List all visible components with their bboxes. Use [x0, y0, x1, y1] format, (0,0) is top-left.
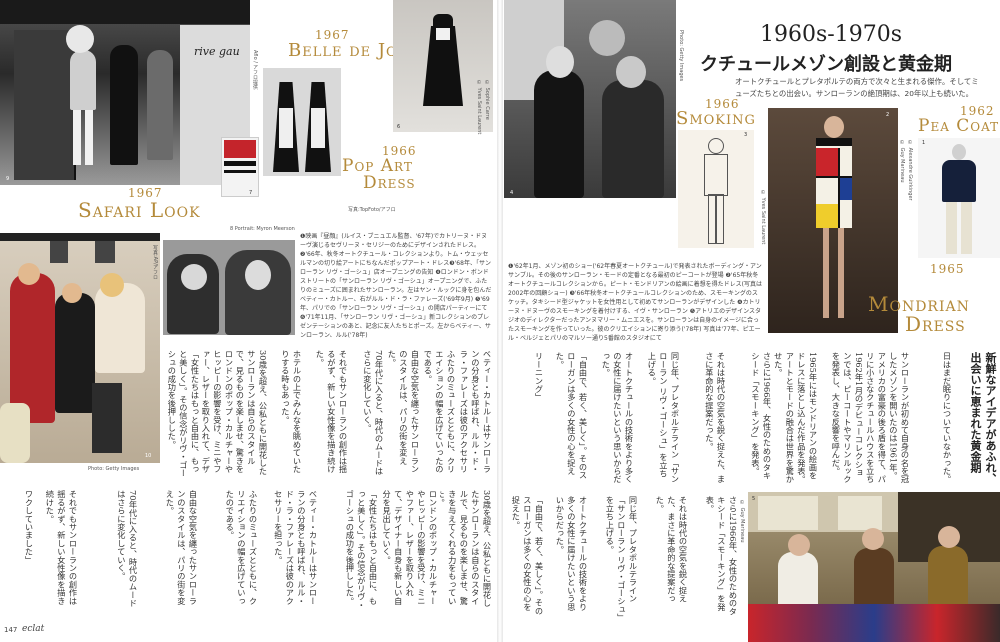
party-photo: 10	[0, 233, 160, 463]
safari-title: Safari Look	[78, 198, 201, 222]
gutter	[497, 0, 503, 642]
right-col-10: リーニング」	[534, 352, 544, 402]
portrait-credit: 8 Portrait: Myron Meerson	[230, 226, 295, 232]
alex-credit: © Alexandre Guirkinger	[907, 140, 913, 201]
agency-credit: Aflo / アフロ提供	[252, 50, 258, 90]
right-col-8: オートクチュールの技術をより多くの女性に届けたいという思いからだった。	[600, 352, 634, 484]
right-col-3: 1962年1月のデビューコレクションでは、ピーコートやマリンルックを発表し、大き…	[830, 352, 864, 484]
smoking-fitting-photo: 4	[504, 0, 676, 198]
right-caption: ❶'62年1月、メゾン初のショー('62年春夏オートクチュール)で発表されたボー…	[508, 263, 762, 342]
getty-credit-left: Photo: Getty Images	[88, 466, 140, 472]
right-lower-col-5: 「自由で、若く、美しく」。そのスローガンは多くの女性の心を捉えた。	[510, 496, 544, 615]
right-lower-col-2: それは時代の空気を鋭く捉えた、まさに革命的な提案だった。	[654, 496, 688, 603]
right-lower-col-1: さらに1966年、女性のためのタキシード「スモーキング」を発表。	[704, 496, 738, 616]
muses-photo	[163, 240, 295, 335]
right-col-7: 同じ年、プレタポルテライン「サンローラン リヴ・ゴーシュ」を立ち上げる。	[646, 352, 680, 484]
left-col-5: ベティー・カトルーはサンローランの分身とも呼ばれ、ルル・ド・ラ・ファレーズは彼の…	[456, 350, 492, 473]
right-col-9: 「自由で、若く、美しく」。そのスローガンは多くの女性の心を捉えた。	[554, 352, 588, 480]
left-lower-col-3: 「女性たちはもっと自由に、もっと美しく」。その信念がリヴ・ゴーシュの成功を後押し…	[344, 490, 378, 609]
left-caption: ❶映画『昼顔』(ルイス・ブニュエル監督、'67年)でカトリーヌ・ドヌーヴ演じるセ…	[300, 233, 492, 339]
lead-text: オートクチュールとプレタポルテの両方で次々と生まれる傑作。そしてミューズたちとの…	[735, 77, 979, 98]
smoking-sketch: 3	[678, 130, 754, 248]
belle-credit-2: © Sophie Carre	[484, 80, 490, 120]
left-lower-col-7: 70年代に入ると、時代のムードはさらに変化していく。	[116, 490, 138, 608]
peacoat-photo: 1	[918, 138, 1000, 258]
right-col-1: 日はまだ眠りについていなかった。	[942, 352, 952, 484]
safari-look-photo: rive gau 9	[0, 0, 250, 185]
magazine-name-left: eclat	[22, 624, 45, 634]
mondrian-year: 1965	[930, 262, 965, 276]
left-lower-col-5: ふたりのミューズとともに、クリエイションの幅を広げていったのである。	[224, 490, 258, 605]
era-title: 1960s-1970s	[760, 22, 902, 47]
atelier-photo: 5	[748, 492, 1000, 642]
peacoat-title: Pea Coat	[918, 116, 1000, 136]
page-number-left: 147	[4, 626, 18, 634]
left-lower-col-9: ワクしていました」	[24, 490, 34, 564]
right-col-5: さらに1966年、女性のためのタキシード「スモーキング」を発表。	[750, 352, 772, 480]
rive-gauche-poster	[221, 137, 259, 197]
right-lower-col-4: オートクチュールの技術をより多くの女性に届けたいという思いからだった。	[554, 496, 588, 611]
left-lower-col-4: ベティー・カトルーはサンローランの分身とも呼ばれ、ルル・ド・ラ・ファレーズは彼の…	[273, 490, 318, 605]
ysl-credit: © Yves Saint Laurent	[760, 190, 766, 245]
left-col-8: 70年代に入ると、時代のムードはさらに変化していく。	[362, 350, 384, 476]
mondrian-title-2: Dress	[905, 312, 966, 336]
left-col-6: ふたりのミューズとともに、クリエイションの幅を広げていったのである。	[422, 350, 456, 473]
getty-credit-right: Photo: Getty Images	[678, 30, 684, 82]
left-lower-col-8: それでもサンローランの創作は揺るがず、新しい女性像を描き続けた。	[44, 490, 78, 605]
left-col-9: それでもサンローランの創作は揺るがず、新しい女性像を描き続けた。	[314, 350, 348, 473]
guy-credit-2: © Guy Marineau	[739, 500, 745, 543]
left-lower-col-6: 自由な空気を纏ったサンローランのスタイルは、パリの街を変えた。	[164, 490, 198, 605]
pop-art-title-2: Dress	[363, 173, 416, 193]
left-col-7: 自由な空気を纏ったサンローランのスタイルは、パリの街を変えた。	[386, 350, 420, 473]
left-col-4: 「女性たちはもっと自由に、もっと美しく」。その信念がリヴ・ゴーシュの成功を後押し…	[166, 350, 200, 478]
left-lower-col-2: ロンドンのポップ・カルチャーやヒッピーの影響を受け、ミニやファー、レザーを取り入…	[381, 490, 438, 605]
smoking-title: Smoking	[676, 108, 756, 129]
right-lower-col-3: 同じ年、プレタポルテライン「サンローラン リヴ・ゴーシュ」を立ち上げる。	[604, 496, 638, 618]
right-col-4: 1965年にはモンドリアンの絵画をドレスに落とし込んだ作品を発表。アートとモード…	[774, 352, 818, 484]
pop-art-dress-photo	[263, 68, 341, 176]
left-col-1: ホテルの上でみんなを眺めていたりする時もあった。	[280, 350, 302, 473]
right-col-6: それは時代の空気を鋭く捉えた、まさに革命的な提案だった。	[704, 352, 726, 484]
left-col-2: 30歳を超え、公私ともに開花したサンローランは自らのスタイルで、見るものを楽しま…	[234, 350, 268, 476]
right-vertical-headline: 新鮮なアイデアがあふれ、出会いに恵まれた黄金期	[969, 352, 997, 484]
right-col-2: サンローランが初めて自身の名を冠したメゾンを開いたのは1961年。アメリカの富豪…	[866, 352, 910, 484]
headline: クチュールメゾン創設と黄金期	[700, 54, 952, 75]
pop-art-credit: 写真:TopFoto/アフロ	[348, 207, 396, 213]
guy-credit: © Guy Marineau	[899, 140, 905, 183]
left-lower-col-1: 30歳を超え、公私ともに開花したサンローランは自らのスタイルで、見るものを楽しま…	[440, 490, 492, 608]
belle-credit-1: © Yves Saint Laurent	[476, 80, 482, 135]
left-col-3: ロンドンのポップ・カルチャーやヒッピーの影響を受け、ミニやファー、レザーを取り入…	[200, 350, 234, 473]
afro-credit: 写真:AP/アフロ	[152, 245, 158, 280]
